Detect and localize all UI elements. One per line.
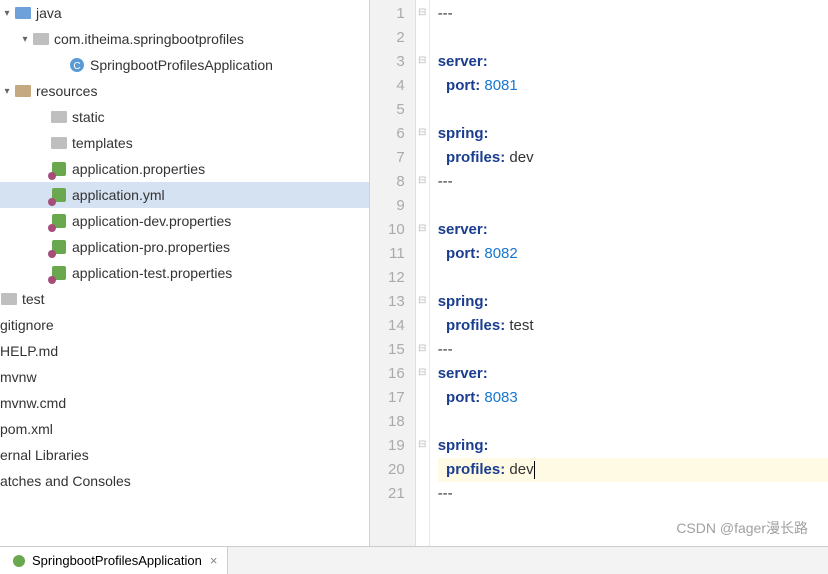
tree-label: java <box>36 5 62 21</box>
tree-label: static <box>72 109 105 125</box>
tree-label: com.itheima.springbootprofiles <box>54 31 244 47</box>
config-icon <box>50 186 68 204</box>
tree-item-help[interactable]: HELP.md <box>0 338 369 364</box>
tree-label: mvnw <box>0 369 37 385</box>
folder-icon <box>14 4 32 22</box>
tree-label: resources <box>36 83 97 99</box>
tree-label: mvnw.cmd <box>0 395 66 411</box>
chevron-down-icon: ▾ <box>18 34 32 45</box>
tree-label: HELP.md <box>0 343 58 359</box>
config-icon <box>50 264 68 282</box>
tree-item-mvnw[interactable]: mvnw <box>0 364 369 390</box>
tree-item-app-dev[interactable]: application-dev.properties <box>0 208 369 234</box>
config-icon <box>50 212 68 230</box>
chevron-down-icon: ▾ <box>0 86 14 97</box>
tree-item-static[interactable]: static <box>0 104 369 130</box>
class-icon: C <box>68 56 86 74</box>
tree-label: templates <box>72 135 133 151</box>
chevron-down-icon: ▾ <box>0 8 14 19</box>
tree-label: pom.xml <box>0 421 53 437</box>
code-area[interactable]: --- server: port: 8081 spring: profiles:… <box>430 0 828 546</box>
tree-item-app-properties[interactable]: application.properties <box>0 156 369 182</box>
tree-label: application-dev.properties <box>72 213 231 229</box>
tree-item-mvnwcmd[interactable]: mvnw.cmd <box>0 390 369 416</box>
config-icon <box>50 160 68 178</box>
folder-icon <box>14 82 32 100</box>
tree-label: application.yml <box>72 187 165 203</box>
folder-icon <box>0 290 18 308</box>
line-gutter: 12345 678910 1112131415 1617181920 21 <box>370 0 416 546</box>
tree-item-external-libraries[interactable]: ernal Libraries <box>0 442 369 468</box>
tree-label: application-test.properties <box>72 265 232 281</box>
spring-icon <box>10 552 28 570</box>
tree-label: application-pro.properties <box>72 239 230 255</box>
fold-column: ⊟⊟ ⊟⊟⊟ ⊟⊟ ⊟⊟ <box>416 0 430 546</box>
caret <box>534 461 535 479</box>
project-tree[interactable]: ▾ java ▾ com.itheima.springbootprofiles … <box>0 0 370 546</box>
tree-item-pom[interactable]: pom.xml <box>0 416 369 442</box>
tree-item-resources[interactable]: ▾ resources <box>0 78 369 104</box>
editor-tab-bar: SpringbootProfilesApplication × <box>0 546 828 574</box>
editor-tab[interactable]: SpringbootProfilesApplication × <box>0 547 228 574</box>
tree-item-package[interactable]: ▾ com.itheima.springbootprofiles <box>0 26 369 52</box>
tree-item-templates[interactable]: templates <box>0 130 369 156</box>
tree-item-app-class[interactable]: C SpringbootProfilesApplication <box>0 52 369 78</box>
tree-item-app-yml[interactable]: application.yml <box>0 182 369 208</box>
tree-label: atches and Consoles <box>0 473 131 489</box>
tree-item-scratches[interactable]: atches and Consoles <box>0 468 369 494</box>
tree-label: test <box>22 291 45 307</box>
config-icon <box>50 238 68 256</box>
tree-item-app-test[interactable]: application-test.properties <box>0 260 369 286</box>
tree-item-app-pro[interactable]: application-pro.properties <box>0 234 369 260</box>
folder-icon <box>50 134 68 152</box>
code-editor[interactable]: 12345 678910 1112131415 1617181920 21 ⊟⊟… <box>370 0 828 546</box>
package-icon <box>32 30 50 48</box>
tree-label: application.properties <box>72 161 205 177</box>
tree-label: SpringbootProfilesApplication <box>90 57 273 73</box>
tab-label: SpringbootProfilesApplication <box>32 553 202 568</box>
tree-label: ernal Libraries <box>0 447 89 463</box>
svg-text:C: C <box>73 61 80 72</box>
tree-item-gitignore[interactable]: gitignore <box>0 312 369 338</box>
tree-label: gitignore <box>0 317 54 333</box>
folder-icon <box>50 108 68 126</box>
close-icon[interactable]: × <box>210 553 218 568</box>
tree-item-java[interactable]: ▾ java <box>0 0 369 26</box>
tree-item-test[interactable]: test <box>0 286 369 312</box>
